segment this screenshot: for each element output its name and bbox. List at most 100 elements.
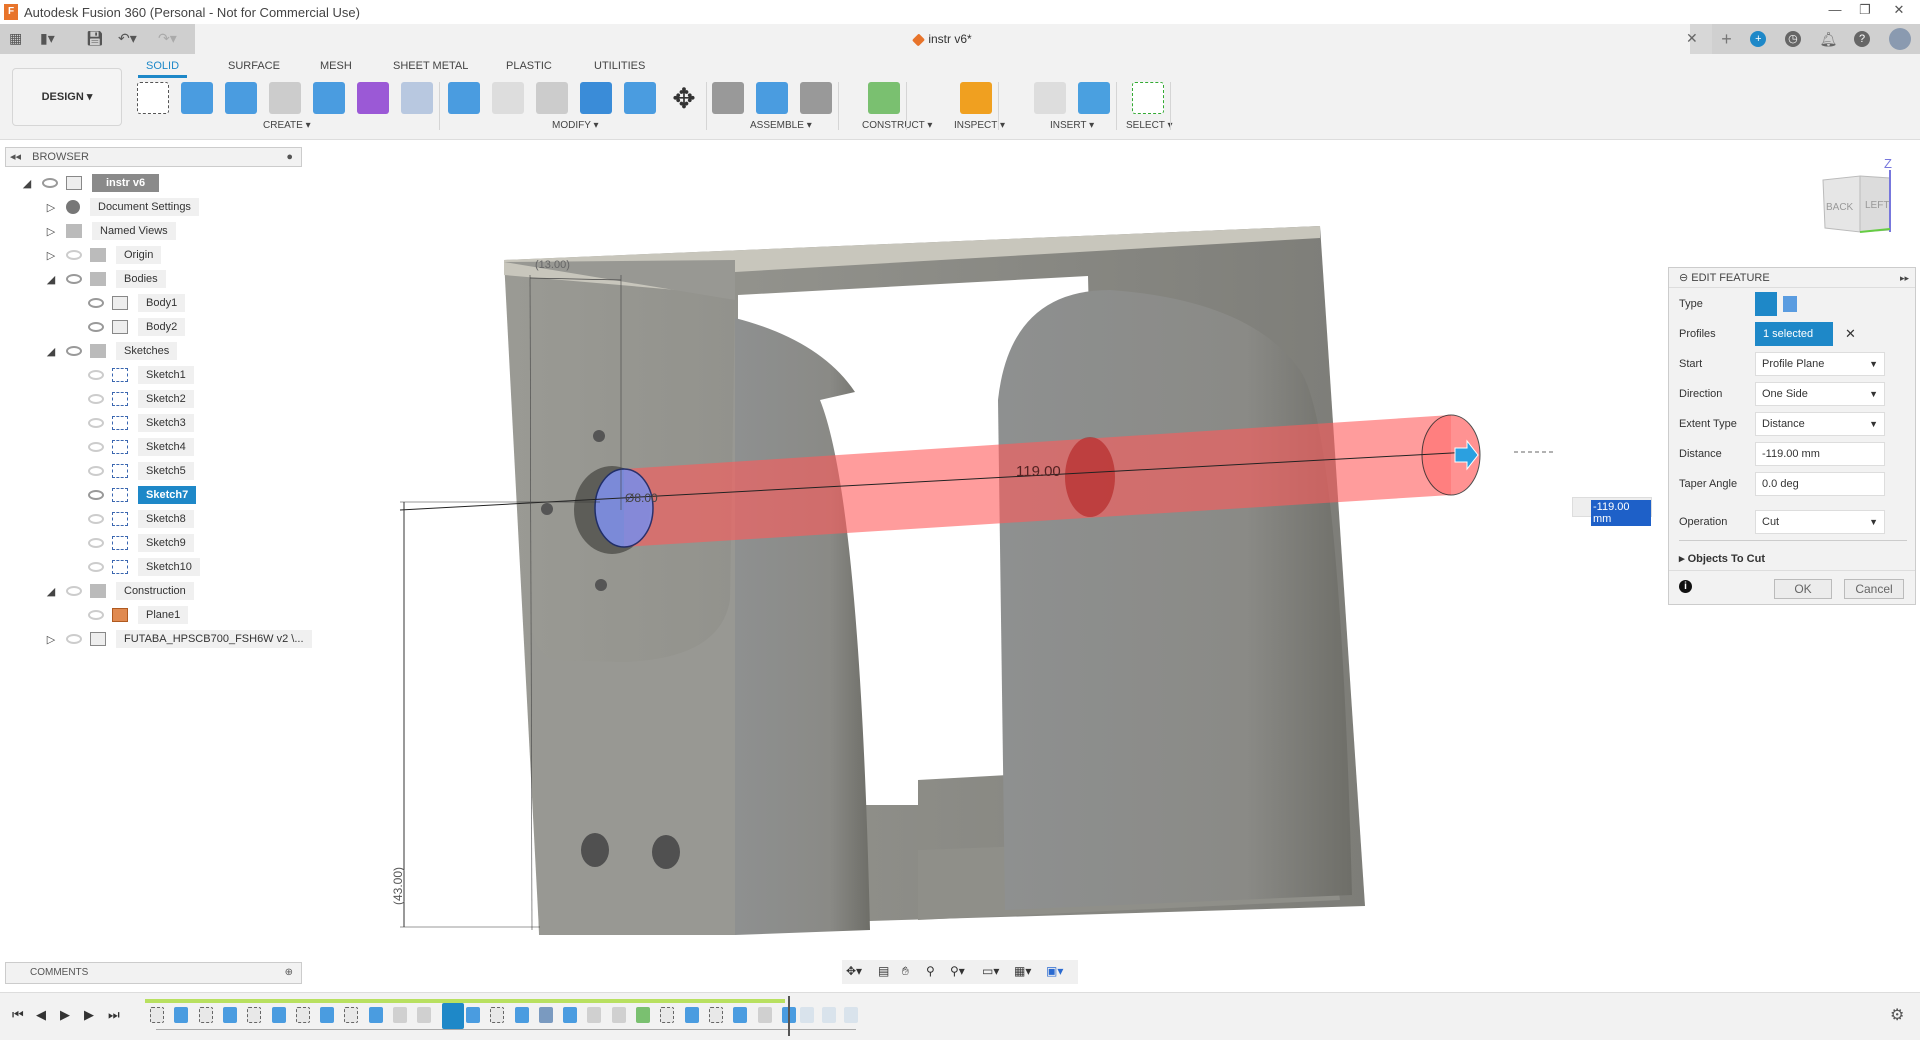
viewcube[interactable]: BACK LEFT Z (1822, 156, 1892, 233)
tab-mesh[interactable]: MESH (320, 60, 352, 72)
play-icon[interactable]: ▶ (60, 1007, 70, 1023)
group-label[interactable]: CONSTRUCT ▾ (862, 120, 932, 131)
dimension-length-label[interactable]: 119.00 (1016, 463, 1061, 480)
fillet-icon[interactable] (492, 82, 524, 114)
operation-dropdown[interactable]: Cut ▼ (1755, 510, 1885, 534)
timeline-sketch-icon[interactable] (660, 1007, 675, 1023)
timeline-extrude-icon[interactable] (684, 1007, 699, 1023)
fit-icon[interactable]: ⚲▾ (950, 964, 965, 978)
tab-utilities[interactable]: UTILITIES (594, 60, 645, 72)
timeline-extrude-icon[interactable] (271, 1007, 286, 1023)
timeline-fillet-icon[interactable] (611, 1007, 626, 1023)
tab-solid[interactable]: SOLID (138, 60, 188, 78)
undo-icon[interactable]: ↶▾ (118, 30, 137, 47)
revolve-icon[interactable] (225, 82, 257, 114)
viewcube-left[interactable]: LEFT (1865, 200, 1889, 211)
close-tab-icon[interactable]: ✕ (1686, 30, 1698, 47)
grid-icon[interactable]: ▦▾ (1014, 964, 1031, 978)
floating-distance-input[interactable]: -119.00 mm (1591, 500, 1651, 526)
start-dropdown[interactable]: Profile Plane ▼ (1755, 352, 1885, 376)
new-component-icon[interactable] (756, 82, 788, 114)
go-to-end-icon[interactable]: ⏭ (108, 1007, 120, 1023)
dimension-vertical-label[interactable]: (43.00) (391, 867, 405, 905)
measure-icon[interactable] (960, 82, 992, 114)
panel-collapse-icon[interactable]: ⊖ (1679, 272, 1691, 284)
zoom-icon[interactable]: ⚲ (926, 964, 935, 978)
dimension-top-label[interactable]: (13.00) (535, 259, 570, 271)
tab-surface[interactable]: SURFACE (228, 60, 280, 72)
group-label[interactable]: MODIFY ▾ (552, 120, 599, 131)
timeline-settings-gear-icon[interactable]: ⚙ (1890, 1005, 1904, 1025)
extensions-icon[interactable]: + (1750, 31, 1767, 47)
timeline-suppressed-joint-icon[interactable] (844, 1007, 858, 1023)
selected-profile[interactable] (594, 468, 654, 548)
group-label[interactable]: INSERT ▾ (1050, 120, 1094, 131)
cancel-button[interactable]: Cancel (1844, 579, 1904, 599)
timeline-extrude-icon[interactable] (514, 1007, 529, 1023)
restore-button[interactable]: ❐ (1850, 2, 1880, 22)
notifications-bell-icon[interactable]: 🔔︎ (1820, 31, 1838, 47)
group-label[interactable]: CREATE ▾ (263, 120, 311, 131)
timeline-extrude-icon[interactable] (465, 1007, 480, 1023)
timeline-fillet-icon[interactable] (587, 1007, 602, 1023)
look-at-icon[interactable]: ▤ (878, 964, 889, 978)
timeline-extrude-icon[interactable] (222, 1007, 237, 1023)
minimize-button[interactable]: — (1820, 2, 1850, 22)
group-label[interactable]: ASSEMBLE ▾ (750, 120, 812, 131)
insert-derive-icon[interactable] (1034, 82, 1066, 114)
timeline-marker[interactable] (788, 996, 790, 1036)
orbit-icon[interactable]: ✥▾ (846, 964, 862, 978)
tab-plastic[interactable]: PLASTIC (506, 60, 552, 72)
workspace-switcher[interactable]: DESIGN ▾ (12, 68, 122, 126)
pan-icon[interactable]: ✋︎ (902, 964, 909, 979)
timeline-sketch-icon[interactable] (490, 1007, 505, 1023)
timeline-plane-icon[interactable] (636, 1007, 650, 1023)
objects-to-cut-toggle[interactable]: ▸ Objects To Cut (1679, 552, 1765, 565)
timeline-extrude-icon[interactable] (733, 1007, 748, 1023)
timeline-sketch-icon[interactable] (150, 1007, 164, 1023)
display-settings-icon[interactable]: ▭▾ (982, 964, 999, 978)
timeline-sketch-icon[interactable] (344, 1007, 359, 1023)
group-label[interactable]: SELECT ▾ (1126, 120, 1173, 131)
dimension-diameter-label[interactable]: Ø8.00 (625, 491, 658, 505)
joint-icon[interactable] (712, 82, 744, 114)
ok-button[interactable]: OK (1774, 579, 1832, 599)
timeline-sketch-icon[interactable] (198, 1007, 213, 1023)
timeline-sketch-icon[interactable] (295, 1007, 310, 1023)
as-built-joint-icon[interactable] (800, 82, 832, 114)
timeline-sketch-active-icon[interactable] (441, 1003, 464, 1029)
direction-dropdown[interactable]: One Side ▼ (1755, 382, 1885, 406)
apps-grid-icon[interactable]: ▦ (9, 30, 22, 47)
extrude-icon[interactable] (181, 82, 213, 114)
timeline-extrude-icon[interactable] (320, 1007, 335, 1023)
profiles-selection-button[interactable]: 1 selected (1755, 322, 1833, 346)
create-sketch-icon[interactable] (137, 82, 169, 114)
go-to-start-icon[interactable]: ⏮ (12, 1007, 24, 1023)
job-status-icon[interactable]: ◷ (1784, 31, 1801, 47)
select-window-icon[interactable] (1132, 82, 1164, 114)
comments-add-icon[interactable]: ⊕ (285, 963, 293, 983)
info-icon[interactable]: i (1679, 580, 1692, 593)
timeline-sketch-icon[interactable] (247, 1007, 262, 1023)
user-avatar[interactable] (1888, 28, 1911, 50)
step-back-icon[interactable]: ◀ (36, 1007, 46, 1023)
timeline-extrude-icon[interactable] (174, 1007, 189, 1023)
move-icon[interactable]: ✥ (668, 82, 700, 114)
shell-icon[interactable] (536, 82, 568, 114)
timeline-extrude-icon[interactable] (368, 1007, 383, 1023)
press-pull-icon[interactable] (448, 82, 480, 114)
new-tab-icon[interactable]: + (1721, 29, 1732, 50)
type-thin-button[interactable] (1783, 296, 1797, 312)
timeline-fillet-icon[interactable] (393, 1007, 407, 1023)
tab-sheet-metal[interactable]: SHEET METAL (393, 60, 468, 72)
timeline-fillet-icon[interactable] (757, 1007, 772, 1023)
type-solid-button[interactable] (1755, 292, 1777, 316)
help-icon[interactable]: ? (1854, 31, 1871, 47)
3d-viewport[interactable]: (13.00) Ø8.00 119.00 (43.00) BACK LEFT Z (0, 140, 1920, 990)
timeline-extrude-icon[interactable] (563, 1007, 578, 1023)
timeline-joint-icon[interactable] (538, 1007, 553, 1023)
step-forward-icon[interactable]: ▶ (84, 1007, 94, 1023)
panel-expand-icon[interactable]: ▸▸ (1900, 268, 1909, 288)
create-form-icon[interactable] (357, 82, 389, 114)
timeline-suppressed-joint-icon[interactable] (800, 1007, 814, 1023)
